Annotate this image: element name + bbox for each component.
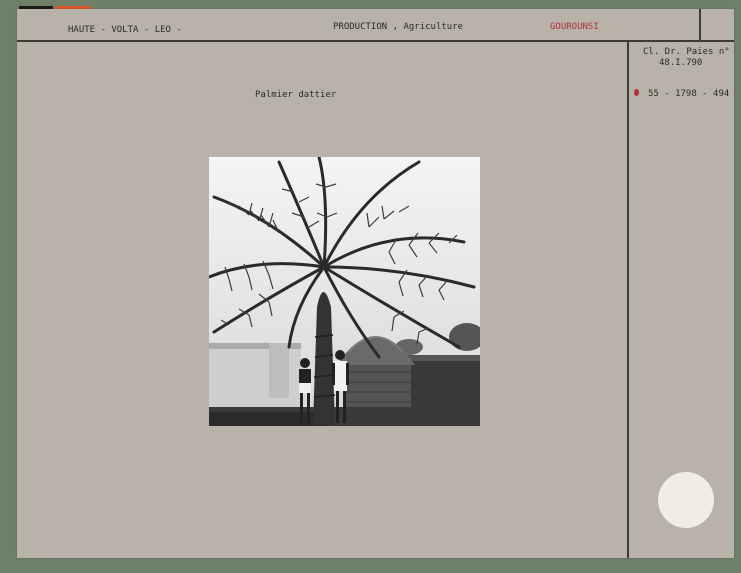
reference-line2: 48.I.790 — [659, 58, 703, 68]
people-label: GOUROUNSI — [550, 22, 599, 32]
region-label: HAUTE - VOLTA - LEO - — [68, 25, 182, 35]
date-palm-photo-image — [209, 157, 480, 426]
white-sticker — [658, 472, 714, 528]
inventory-number: 55 - 1798 - 494 — [648, 89, 730, 99]
category-label: PRODUCTION , Agriculture — [333, 22, 464, 32]
photograph — [209, 157, 480, 426]
column-divider — [627, 41, 629, 558]
header-column-divider — [699, 9, 701, 41]
photo-caption: Palmier dattier — [255, 90, 337, 100]
reference-line1: Cl. Dr. Paies n° — [643, 47, 730, 57]
red-mark — [634, 89, 639, 96]
